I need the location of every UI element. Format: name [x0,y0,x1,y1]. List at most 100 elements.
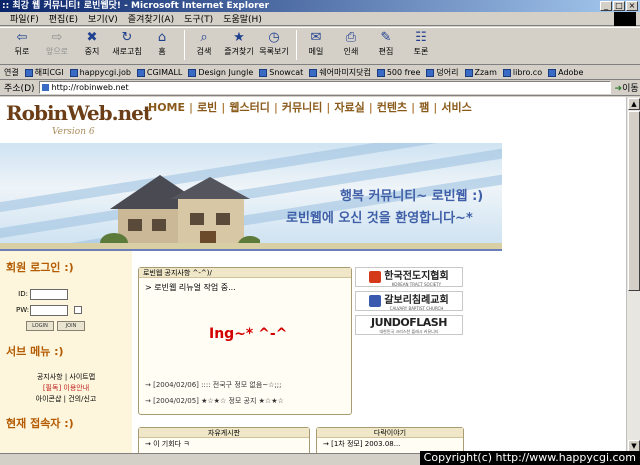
org-subtitle: KOREAN TRACT SOCIETY [391,282,442,287]
nav-item[interactable]: 서비스 [441,99,471,115]
toolbar-button-6[interactable]: ★ 즐겨찾기 [223,30,255,62]
menu-file[interactable]: 파일(F) [10,12,39,25]
attic-board-header[interactable]: 다락이야기 [317,428,463,438]
id-input[interactable] [30,288,68,300]
toolbar-button-2[interactable]: ✖ 중지 [76,30,108,62]
site-version: Version 6 [52,127,95,137]
org-name: 한국전도지협회 [384,271,449,282]
go-button[interactable]: ➜이동 [615,81,639,94]
ie-page-icon [309,68,318,77]
password-input[interactable] [30,304,68,316]
link-item[interactable]: 쉐어마미지닷컴 [309,67,371,78]
toolbar-button-11[interactable]: ☷ 토론 [405,30,437,62]
notice-renewal-text: > 로빈웹 리뉴얼 작업 중... [145,283,236,292]
org-jundoflash[interactable]: JUNDOFLASH 대한민국 크리스찬 플래시 커뮤니티 [355,315,463,335]
kts-logo-icon [369,271,382,283]
blank-area [502,97,626,453]
toolbar-button-10[interactable]: ✎ 편집 [370,30,402,62]
link-item[interactable]: libro.co [502,68,542,77]
menu-view[interactable]: 보기(V) [88,12,118,25]
toolbar-button-7[interactable]: ◷ 목록보기 [258,30,290,62]
link-item[interactable]: Adobe [548,68,583,77]
ie-page-icon [376,68,385,77]
pw-label: PW: [16,306,30,314]
toolbar-button-5[interactable]: ⌕ 검색 [188,30,220,62]
link-item[interactable]: happycgi.job [69,68,131,77]
window-title: :: 최강 웹 커뮤니티! 로빈웹닷! - Microsoft Internet… [2,1,270,11]
menu-edit[interactable]: 편집(E) [49,12,78,25]
attic-board-item[interactable]: → [1차 정모] 2003.08... [317,438,463,450]
nav-item[interactable]: HOME [148,101,185,114]
minimize-button[interactable]: _ [600,1,612,11]
links-label: 연결 [4,68,19,77]
toolbar-button-8[interactable]: ✉ 메일 [300,30,332,62]
link-item[interactable]: 해피CGI [24,67,64,78]
link-label: 쉐어마미지닷컴 [319,68,371,77]
ie-page-icon [502,68,511,77]
nav-item[interactable]: 컨텐츠 [377,99,407,115]
toolbar-button-label: 인쇄 [343,47,359,56]
ie-page-icon [188,68,197,77]
left-sidebar: 회원 로그인 :) ID: PW: LOGIN JOIN 서브 메뉴 :) 공지… [0,251,132,453]
link-item[interactable]: 덩어리 [426,67,459,78]
banner-slogan-1: 행복 커뮤니티~ 로빈웹 :) [340,189,484,204]
toolbar-button-9[interactable]: ⎙ 인쇄 [335,30,367,62]
service-link-iconshop[interactable]: 아이콘샵 | 건의/신고 [10,394,122,405]
toolbar-button-4[interactable]: ⌂ 홈 [146,30,178,62]
link-item[interactable]: Snowcat [259,68,303,77]
go-arrow-icon: ➜ [614,84,623,94]
banner-slogan-2: 로빈웹에 오신 것을 환영합니다~* [286,211,473,226]
nav-item[interactable]: 자료실 [334,99,364,115]
close-button[interactable]: × [626,1,638,11]
stop-icon: ✖ [86,30,98,45]
notice-ing-text: Ing~* ^-^ [209,326,288,342]
ie-page-icon [548,68,557,77]
free-board-item[interactable]: → 이 기회다 ㅋ [139,438,309,450]
toolbar-button-label: 검색 [196,47,212,56]
nav-item[interactable]: 팸 [419,99,429,115]
scroll-thumb[interactable] [628,111,640,291]
menu-favorites[interactable]: 즐겨찾기(A) [128,12,174,25]
scroll-up-icon[interactable]: ▲ [628,98,640,110]
link-label: 해피CGI [34,68,64,77]
org-name: JUNDOFLASH [371,315,447,329]
link-item[interactable]: Design Jungle [188,68,253,77]
link-label: happycgi.job [79,68,131,77]
robinweb-page: RobinWeb.net Version 6 HOME | 로빈 | 웹스터디 | 커뮤니티… [0,97,502,453]
org-tract-society[interactable]: 한국전도지협회 KOREAN TRACT SOCIETY [355,267,463,287]
house-image [100,175,260,243]
toolbar-button-1[interactable]: ⇨ 앞으로 [41,30,73,62]
toolbar-button-3[interactable]: ↻ 새로고침 [111,30,143,62]
link-item[interactable]: 500 free [376,68,420,77]
toolbar-button-0[interactable]: ⇦ 뒤로 [6,30,38,62]
menu-help[interactable]: 도움말(H) [223,12,262,25]
service-link-notice-sitemap[interactable]: 공지사항 | 사이트맵 [10,372,122,383]
notice-item[interactable]: → [2004/02/05] ★☆★☆ 정모 공지 ★☆★☆ [145,396,284,406]
church-logo-icon [369,295,382,307]
login-button[interactable]: LOGIN [26,321,54,331]
org-subtitle: CALVARY BAPTIST CHURCH [389,306,444,311]
link-item[interactable]: CGIMALL [136,68,182,77]
org-calvary-church[interactable]: 갈보리침례교회 CALVARY BAPTIST CHURCH [355,291,463,311]
page-viewport: RobinWeb.net Version 6 HOME | 로빈 | 웹스터디 | 커뮤니티… [0,97,626,453]
window-controls: _ □ × [600,1,638,11]
nav-item[interactable]: 커뮤니티 [282,99,322,115]
nav-item[interactable]: 웹스터디 [229,99,269,115]
save-login-checkbox[interactable] [74,306,82,314]
toolbar-button-label: 중지 [84,47,100,56]
address-input[interactable]: http://robinweb.net [38,81,611,94]
free-board-header[interactable]: 자유게시판 [139,428,309,438]
link-item[interactable]: Zzam [464,68,497,77]
site-logo[interactable]: RobinWeb.net Version 6 [6,101,152,137]
maximize-button[interactable]: □ [613,1,625,11]
join-button[interactable]: JOIN [57,321,85,331]
copyright-watermark: Copyright(c) http://www.happycgi.com [419,451,640,465]
toolbar-button-label: 뒤로 [14,47,30,56]
menu-tools[interactable]: 도구(T) [184,12,213,25]
vertical-scrollbar[interactable]: ▲ ▼ [626,97,640,453]
service-link-guide[interactable]: [필독] 이용안내 [10,383,122,394]
nav-separator: | [221,100,226,114]
notice-item[interactable]: → [2004/02/06] :::: 전국구 정모 없음~☆;;; [145,380,282,390]
nav-separator: | [273,100,278,114]
nav-item[interactable]: 로빈 [197,99,217,115]
